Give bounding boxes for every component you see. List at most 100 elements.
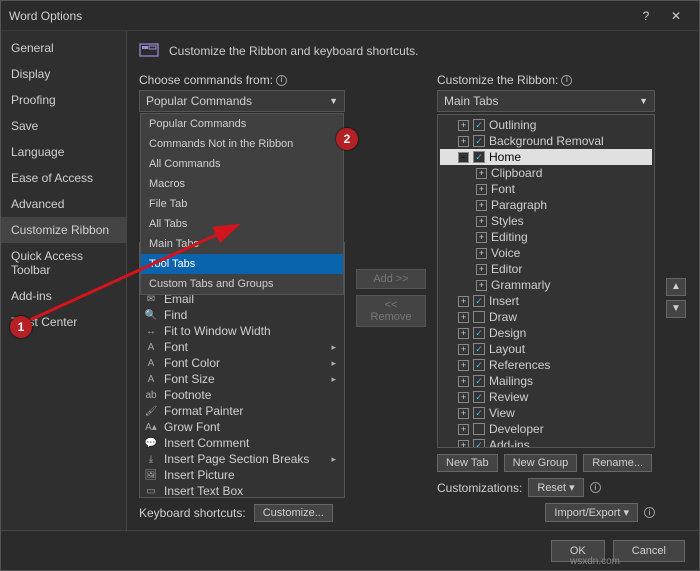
checkbox[interactable] (473, 439, 485, 448)
reset-button[interactable]: Reset ▾ (528, 478, 583, 497)
dropdown-item[interactable]: Main Tabs (141, 234, 343, 254)
choose-commands-combo[interactable]: Popular Commands ▼ Popular CommandsComma… (139, 90, 345, 112)
new-group-button[interactable]: New Group (504, 454, 578, 472)
expand-icon[interactable]: + (458, 408, 469, 419)
dropdown-item[interactable]: File Tab (141, 194, 343, 214)
info-icon[interactable]: i (590, 482, 601, 493)
checkbox[interactable] (473, 423, 485, 435)
tree-node[interactable]: +Design (440, 325, 652, 341)
checkbox[interactable] (473, 327, 485, 339)
tree-node[interactable]: -Home (440, 149, 652, 165)
command-item[interactable]: ▭Insert Text Box (140, 483, 344, 498)
command-item[interactable]: 💬Insert Comment (140, 435, 344, 451)
expand-icon[interactable]: - (458, 152, 469, 163)
info-icon[interactable]: i (644, 507, 655, 518)
sidebar-item-add-ins[interactable]: Add-ins (1, 283, 126, 309)
expand-icon[interactable]: + (458, 424, 469, 435)
tree-node[interactable]: +Editor (440, 261, 652, 277)
move-down-button[interactable]: ▼ (666, 300, 686, 318)
cancel-button[interactable]: Cancel (613, 540, 685, 562)
command-item[interactable]: AFont Size▸ (140, 371, 344, 387)
close-button[interactable]: ✕ (661, 1, 691, 31)
tree-node[interactable]: +View (440, 405, 652, 421)
tree-node[interactable]: +Paragraph (440, 197, 652, 213)
expand-icon[interactable]: + (458, 136, 469, 147)
tree-node[interactable]: +Font (440, 181, 652, 197)
expand-icon[interactable]: + (476, 264, 487, 275)
tree-node[interactable]: +References (440, 357, 652, 373)
command-item[interactable]: 🖼Insert Picture (140, 467, 344, 483)
dropdown-item[interactable]: Tool Tabs (141, 254, 343, 274)
command-item[interactable]: A▴Grow Font (140, 419, 344, 435)
expand-icon[interactable]: + (458, 440, 469, 449)
sidebar-item-ease-of-access[interactable]: Ease of Access (1, 165, 126, 191)
sidebar-item-general[interactable]: General (1, 35, 126, 61)
checkbox[interactable] (473, 407, 485, 419)
checkbox[interactable] (473, 295, 485, 307)
expand-icon[interactable]: + (476, 216, 487, 227)
import-export-button[interactable]: Import/Export ▾ (545, 503, 638, 522)
tree-node[interactable]: +Outlining (440, 117, 652, 133)
dropdown-item[interactable]: Custom Tabs and Groups (141, 274, 343, 294)
add-button[interactable]: Add >> (356, 269, 426, 289)
tree-node[interactable]: +Draw (440, 309, 652, 325)
expand-icon[interactable]: + (476, 200, 487, 211)
dropdown-item[interactable]: Popular Commands (141, 114, 343, 134)
expand-icon[interactable]: + (458, 296, 469, 307)
checkbox[interactable] (473, 375, 485, 387)
expand-icon[interactable]: + (476, 168, 487, 179)
sidebar-item-customize-ribbon[interactable]: Customize Ribbon (1, 217, 126, 243)
sidebar-item-advanced[interactable]: Advanced (1, 191, 126, 217)
command-item[interactable]: ↔Fit to Window Width (140, 323, 344, 339)
expand-icon[interactable]: + (458, 328, 469, 339)
tree-node[interactable]: +Background Removal (440, 133, 652, 149)
ribbon-tree[interactable]: +Outlining+Background Removal-Home+Clipb… (437, 114, 655, 448)
expand-icon[interactable]: + (476, 248, 487, 259)
expand-icon[interactable]: + (458, 360, 469, 371)
dropdown-item[interactable]: All Commands (141, 154, 343, 174)
remove-button[interactable]: << Remove (356, 295, 426, 327)
checkbox[interactable] (473, 311, 485, 323)
help-button[interactable]: ? (631, 1, 661, 31)
sidebar-item-save[interactable]: Save (1, 113, 126, 139)
command-item[interactable]: ⤓Insert Page Section Breaks▸ (140, 451, 344, 467)
customize-keyboard-button[interactable]: Customize... (254, 504, 333, 522)
expand-icon[interactable]: + (458, 312, 469, 323)
new-tab-button[interactable]: New Tab (437, 454, 498, 472)
expand-icon[interactable]: + (458, 344, 469, 355)
dropdown-item[interactable]: Macros (141, 174, 343, 194)
info-icon[interactable]: i (276, 75, 287, 86)
tree-node[interactable]: +Voice (440, 245, 652, 261)
tree-node[interactable]: +Editing (440, 229, 652, 245)
expand-icon[interactable]: + (476, 232, 487, 243)
expand-icon[interactable]: + (458, 376, 469, 387)
dropdown-item[interactable]: Commands Not in the Ribbon (141, 134, 343, 154)
tree-node[interactable]: +Add-ins (440, 437, 652, 448)
command-item[interactable]: 🖌Format Painter (140, 403, 344, 419)
rename-button[interactable]: Rename... (583, 454, 652, 472)
tree-node[interactable]: +Grammarly (440, 277, 652, 293)
tree-node[interactable]: +Insert (440, 293, 652, 309)
command-item[interactable]: AFont Color▸ (140, 355, 344, 371)
checkbox[interactable] (473, 135, 485, 147)
checkbox[interactable] (473, 359, 485, 371)
sidebar-item-proofing[interactable]: Proofing (1, 87, 126, 113)
command-item[interactable]: 🔍Find (140, 307, 344, 323)
tree-node[interactable]: +Developer (440, 421, 652, 437)
checkbox[interactable] (473, 119, 485, 131)
expand-icon[interactable]: + (476, 280, 487, 291)
checkbox[interactable] (473, 391, 485, 403)
expand-icon[interactable]: + (458, 392, 469, 403)
tree-node[interactable]: +Styles (440, 213, 652, 229)
sidebar-item-quick-access-toolbar[interactable]: Quick Access Toolbar (1, 243, 126, 283)
command-item[interactable]: abFootnote (140, 387, 344, 403)
tree-node[interactable]: +Review (440, 389, 652, 405)
expand-icon[interactable]: + (458, 120, 469, 131)
sidebar-item-language[interactable]: Language (1, 139, 126, 165)
command-item[interactable]: AFont▸ (140, 339, 344, 355)
tree-node[interactable]: +Clipboard (440, 165, 652, 181)
move-up-button[interactable]: ▲ (666, 278, 686, 296)
dropdown-item[interactable]: All Tabs (141, 214, 343, 234)
sidebar-item-display[interactable]: Display (1, 61, 126, 87)
checkbox[interactable] (473, 343, 485, 355)
